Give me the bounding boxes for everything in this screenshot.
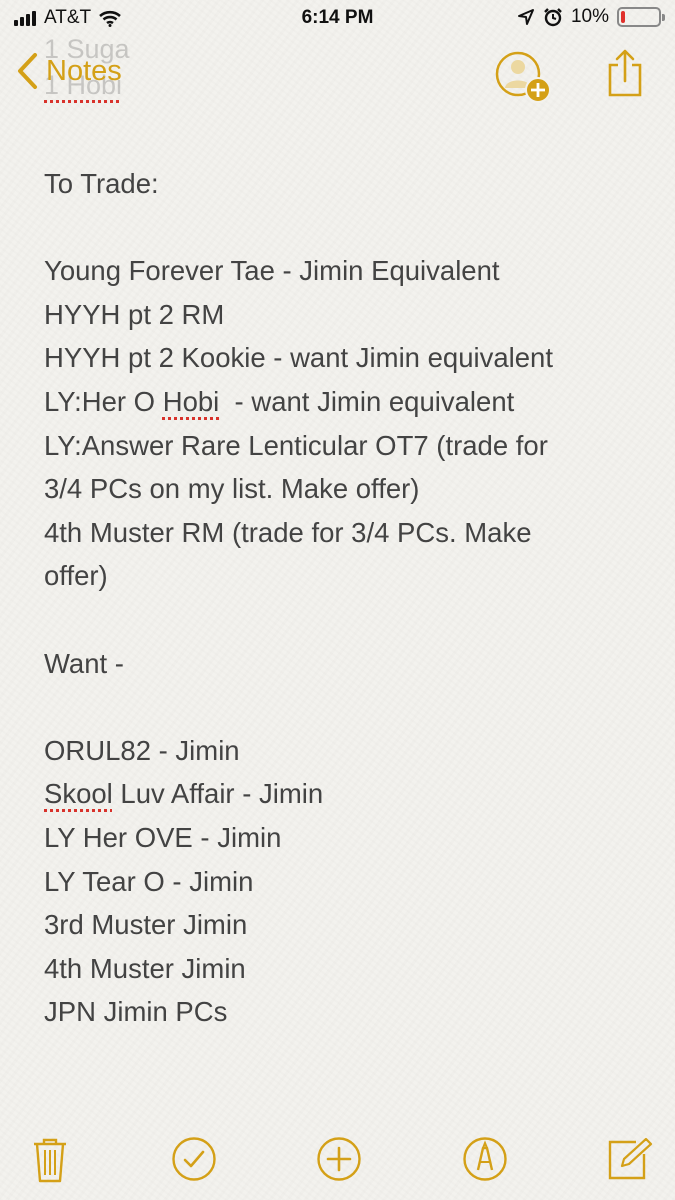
note-line: LY Her OVE - Jimin	[44, 821, 282, 853]
battery-level	[621, 11, 625, 23]
note-line: Want -	[44, 647, 124, 679]
note-line: HYYH pt 2 RM	[44, 298, 225, 330]
note-line	[44, 206, 644, 250]
note-line: JPN Jimin PCs	[44, 996, 228, 1028]
navigation-bar: 1 Suga 1 Hobi Notes	[0, 34, 675, 116]
alarm-clock-icon	[544, 8, 562, 27]
note-line: offer)	[44, 560, 108, 592]
note-line: LY:Answer Rare Lenticular OT7 (trade for	[44, 429, 548, 461]
note-line: 4th Muster RM (trade for 3/4 PCs. Make	[44, 516, 532, 548]
location-arrow-icon	[517, 9, 534, 25]
checklist-icon[interactable]	[171, 1136, 217, 1182]
share-icon[interactable]	[606, 47, 644, 99]
battery-icon	[617, 7, 665, 27]
note-line: Young Forever Tae - Jimin Equivalent	[44, 255, 500, 287]
status-right: 10%	[517, 6, 665, 28]
add-icon[interactable]	[316, 1136, 362, 1182]
note-line: 3/4 PCs on my list. Make offer)	[44, 473, 420, 505]
battery-percent: 10%	[570, 6, 609, 27]
status-bar: AT&T 6:14 PM 10%	[0, 0, 675, 38]
back-button[interactable]: Notes	[16, 52, 122, 90]
compose-icon[interactable]	[606, 1136, 654, 1182]
note-line: HYYH pt 2 Kookie - want Jimin equivalent	[44, 342, 553, 374]
note-line: 4th Muster Jimin	[44, 952, 246, 984]
back-button-label: Notes	[46, 54, 122, 87]
note-line: 3rd Muster Jimin	[44, 909, 248, 941]
note-text-area[interactable]: To Trade: Young Forever Tae - Jimin Equi…	[44, 162, 644, 1034]
note-line: Skool Luv Affair - Jimin	[44, 778, 324, 810]
add-person-icon[interactable]	[494, 50, 554, 108]
misspelled-word: Skool	[44, 778, 113, 810]
trash-icon[interactable]	[32, 1136, 68, 1184]
bottom-toolbar	[0, 1130, 675, 1190]
note-line: To Trade:	[44, 168, 159, 199]
sketch-icon[interactable]	[462, 1136, 508, 1182]
chevron-left-icon	[18, 53, 37, 89]
note-line: LY:Her O Hobi - want Jimin equivalent	[44, 385, 515, 417]
note-line	[44, 685, 644, 729]
misspelled-word: Hobi	[162, 385, 220, 417]
note-line: ORUL82 - Jimin	[44, 734, 240, 766]
note-line	[44, 598, 644, 642]
note-line: LY Tear O - Jimin	[44, 865, 254, 897]
